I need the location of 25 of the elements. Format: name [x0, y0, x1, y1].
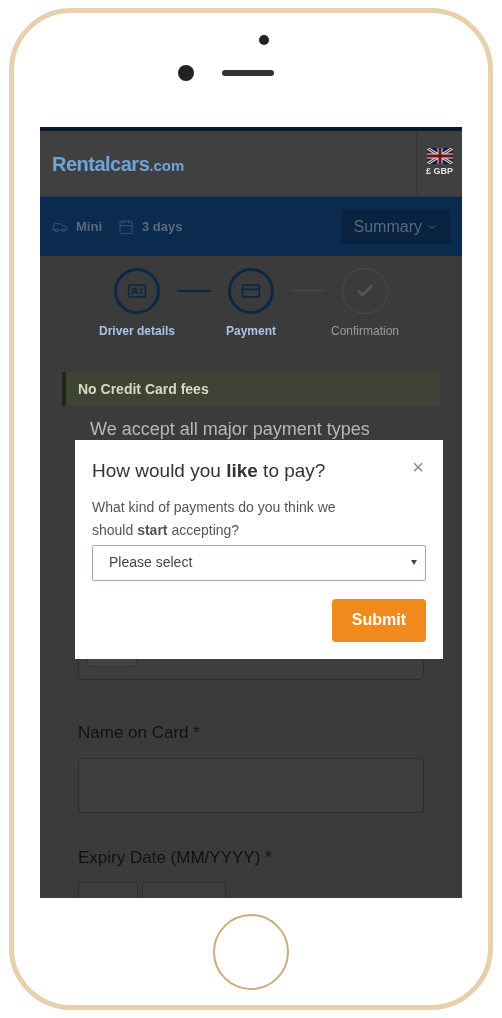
credit-card-icon [241, 281, 261, 301]
step-label: Driver details [98, 323, 175, 340]
uk-flag-icon [426, 148, 453, 165]
calendar-icon [118, 218, 134, 235]
currency-label: £ GBP [426, 165, 453, 179]
close-button[interactable]: × [412, 457, 424, 477]
trip-label: 3 days [142, 217, 183, 236]
step-label: Confirmation [331, 323, 399, 340]
intro-text: We accept all major payment types [89, 418, 371, 441]
modal-title: How would you like to pay? [92, 459, 326, 483]
step-label: Payment [226, 323, 276, 340]
home-button[interactable] [213, 913, 289, 990]
summary-button[interactable]: Summary [341, 209, 450, 244]
submit-button[interactable]: Submit [331, 598, 426, 642]
step-connector [177, 290, 211, 292]
camera-icon [178, 65, 194, 81]
modal-question: What kind of payments do you think we should start accepting? [92, 497, 337, 540]
id-card-icon [127, 281, 147, 301]
dropdown-arrow-icon [411, 560, 417, 565]
site-logo: Rentalcars.com [52, 151, 185, 177]
currency-button[interactable]: £ GBP [416, 131, 462, 196]
speaker-grille [222, 70, 274, 76]
notice-text: No Credit Card fees [78, 379, 209, 399]
trip-label: Mini [76, 217, 102, 236]
payment-select[interactable]: Please select [92, 544, 426, 581]
